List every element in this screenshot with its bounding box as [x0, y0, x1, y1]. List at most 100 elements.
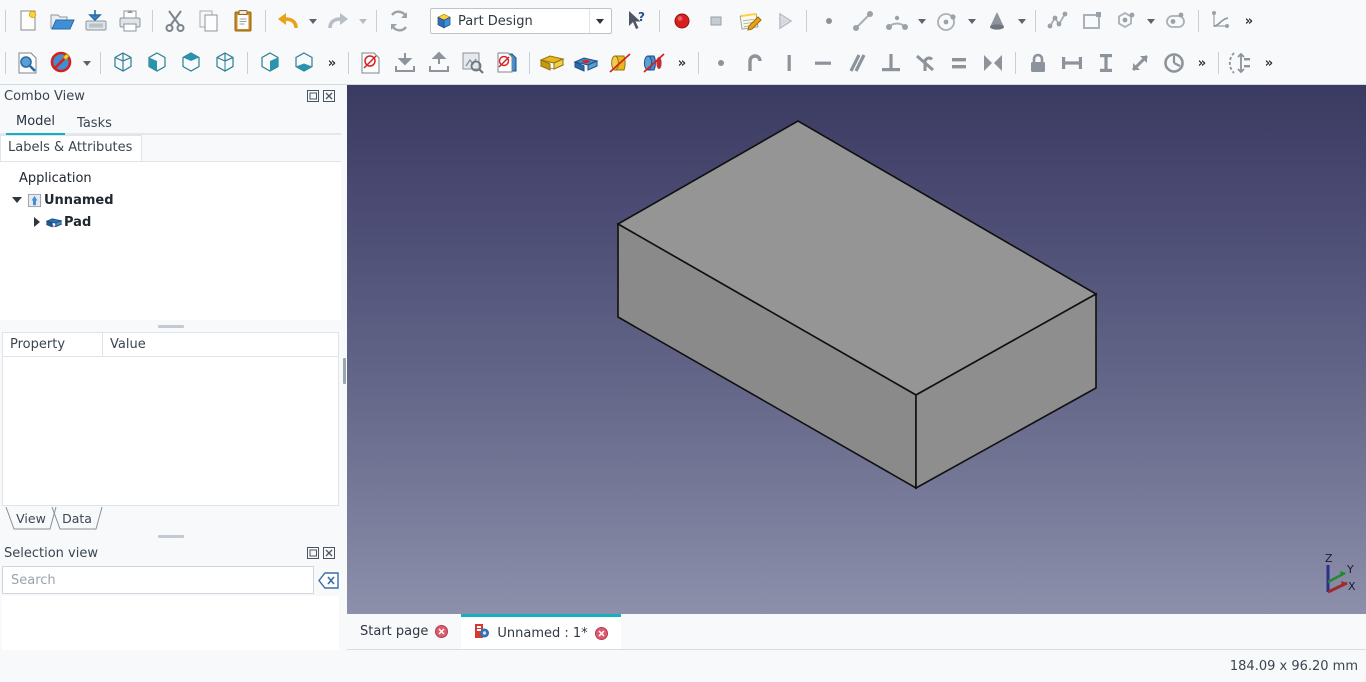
- constraint-overflow-button[interactable]: »: [1191, 46, 1213, 80]
- create-polygon-dropdown[interactable]: [1143, 4, 1159, 38]
- merge-sketch-button[interactable]: [490, 46, 524, 80]
- refresh-button[interactable]: [382, 4, 416, 38]
- pocket-button[interactable]: [569, 46, 603, 80]
- constrain-angle-button[interactable]: [1157, 46, 1191, 80]
- undo-button[interactable]: [271, 4, 305, 38]
- create-circle-button[interactable]: [930, 4, 964, 38]
- edit-sketch-button[interactable]: [388, 46, 422, 80]
- constrain-distance-button[interactable]: [1123, 46, 1157, 80]
- model-tree[interactable]: Application Unnamed: [0, 162, 341, 320]
- create-conic-dropdown[interactable]: [1014, 4, 1030, 38]
- create-polygon-button[interactable]: [1109, 4, 1143, 38]
- create-slot-button[interactable]: [1159, 4, 1193, 38]
- macro-execute-button[interactable]: [767, 4, 801, 38]
- print-button[interactable]: [113, 4, 147, 38]
- workbench-selector[interactable]: Part Design: [430, 8, 612, 34]
- pad-button[interactable]: [535, 46, 569, 80]
- value-column-header[interactable]: Value: [103, 333, 338, 356]
- tree-header-tab[interactable]: Labels & Attributes: [0, 135, 142, 161]
- close-icon[interactable]: [323, 547, 335, 559]
- property-column-header[interactable]: Property: [3, 333, 103, 356]
- search-input[interactable]: Search: [2, 566, 314, 594]
- top-view-button[interactable]: [174, 46, 208, 80]
- tree-property-splitter[interactable]: [0, 320, 341, 332]
- tree-item-unnamed[interactable]: Unnamed: [0, 189, 341, 211]
- constrain-parallel-button[interactable]: [840, 46, 874, 80]
- tab-unnamed-document[interactable]: Unnamed : 1*: [461, 614, 620, 649]
- tab-start-page[interactable]: Start page: [347, 614, 461, 649]
- undo-history-dropdown[interactable]: [305, 4, 321, 38]
- constrain-block-button[interactable]: [1021, 46, 1055, 80]
- chevron-down-icon[interactable]: [589, 9, 609, 33]
- close-icon[interactable]: [323, 90, 335, 102]
- macro-stop-button[interactable]: [699, 4, 733, 38]
- fit-all-button[interactable]: [11, 46, 45, 80]
- create-circle-dropdown[interactable]: [964, 4, 980, 38]
- constrain-point-on-object-button[interactable]: [738, 46, 772, 80]
- constrain-distance-x-button[interactable]: [1055, 46, 1089, 80]
- constrain-tangent-button[interactable]: [908, 46, 942, 80]
- open-folder-button[interactable]: [45, 4, 79, 38]
- redo-button[interactable]: [321, 4, 355, 38]
- sketcher-tools-button[interactable]: [1224, 46, 1258, 80]
- paste-button[interactable]: [226, 4, 260, 38]
- tree-expand-toggle[interactable]: [10, 197, 24, 203]
- save-button[interactable]: [79, 4, 113, 38]
- clear-search-icon[interactable]: [317, 569, 339, 591]
- close-tab-icon[interactable]: [595, 627, 608, 640]
- bottom-view-button[interactable]: [287, 46, 321, 80]
- front-view-button[interactable]: [140, 46, 174, 80]
- constrain-horizontal-button[interactable]: [806, 46, 840, 80]
- tree-item-application[interactable]: Application: [0, 167, 341, 189]
- map-sketch-button[interactable]: [422, 46, 456, 80]
- toolbar-overflow-button[interactable]: »: [1238, 4, 1260, 38]
- constrain-equal-button[interactable]: [942, 46, 976, 80]
- create-point-button[interactable]: [812, 4, 846, 38]
- revolution-button[interactable]: [603, 46, 637, 80]
- constrain-perpendicular-button[interactable]: [874, 46, 908, 80]
- constrain-vertical-button[interactable]: [772, 46, 806, 80]
- rear-view-button[interactable]: [253, 46, 287, 80]
- constrain-distance-y-button[interactable]: [1089, 46, 1123, 80]
- validate-sketch-button[interactable]: [456, 46, 490, 80]
- undock-icon[interactable]: [307, 90, 319, 102]
- draw-style-button[interactable]: [45, 46, 79, 80]
- tab-model[interactable]: Model: [6, 111, 65, 135]
- axonometric-view-button[interactable]: [106, 46, 140, 80]
- groove-button[interactable]: [637, 46, 671, 80]
- create-arc-button[interactable]: [880, 4, 914, 38]
- copy-button[interactable]: [192, 4, 226, 38]
- property-rows[interactable]: [3, 357, 338, 505]
- create-bspline-button[interactable]: [1204, 4, 1238, 38]
- draw-style-dropdown[interactable]: [79, 46, 95, 80]
- structure-overflow-button[interactable]: »: [671, 46, 693, 80]
- tab-tasks[interactable]: Tasks: [67, 113, 122, 135]
- create-arc-dropdown[interactable]: [914, 4, 930, 38]
- tab-data[interactable]: Data: [50, 506, 104, 530]
- new-document-button[interactable]: [11, 4, 45, 38]
- tools-overflow-button[interactable]: »: [1258, 46, 1280, 80]
- constrain-symmetric-button[interactable]: [976, 46, 1010, 80]
- 3d-viewport[interactable]: Z Y X: [347, 85, 1366, 614]
- constrain-coincident-button[interactable]: [704, 46, 738, 80]
- dimension-readout: 184.09 x 96.20 mm: [1230, 659, 1366, 674]
- create-conic-button[interactable]: [980, 4, 1014, 38]
- create-polyline-button[interactable]: [1041, 4, 1075, 38]
- combo-selection-splitter[interactable]: [0, 530, 341, 542]
- selection-view-titlebar: Selection view: [0, 542, 341, 564]
- create-rectangle-button[interactable]: [1075, 4, 1109, 38]
- create-sketch-button[interactable]: [354, 46, 388, 80]
- whats-this-button[interactable]: ?: [620, 4, 654, 38]
- right-view-button[interactable]: [208, 46, 242, 80]
- macro-edit-button[interactable]: [733, 4, 767, 38]
- selection-search-row: Search: [0, 564, 341, 594]
- macro-record-button[interactable]: [665, 4, 699, 38]
- view-overflow-button[interactable]: »: [321, 46, 343, 80]
- tree-expand-toggle[interactable]: [30, 217, 44, 227]
- tree-item-pad[interactable]: Pad: [0, 211, 341, 233]
- undock-icon[interactable]: [307, 547, 319, 559]
- redo-history-dropdown[interactable]: [355, 4, 371, 38]
- cut-button[interactable]: [158, 4, 192, 38]
- create-line-button[interactable]: [846, 4, 880, 38]
- close-tab-icon[interactable]: [435, 625, 448, 638]
